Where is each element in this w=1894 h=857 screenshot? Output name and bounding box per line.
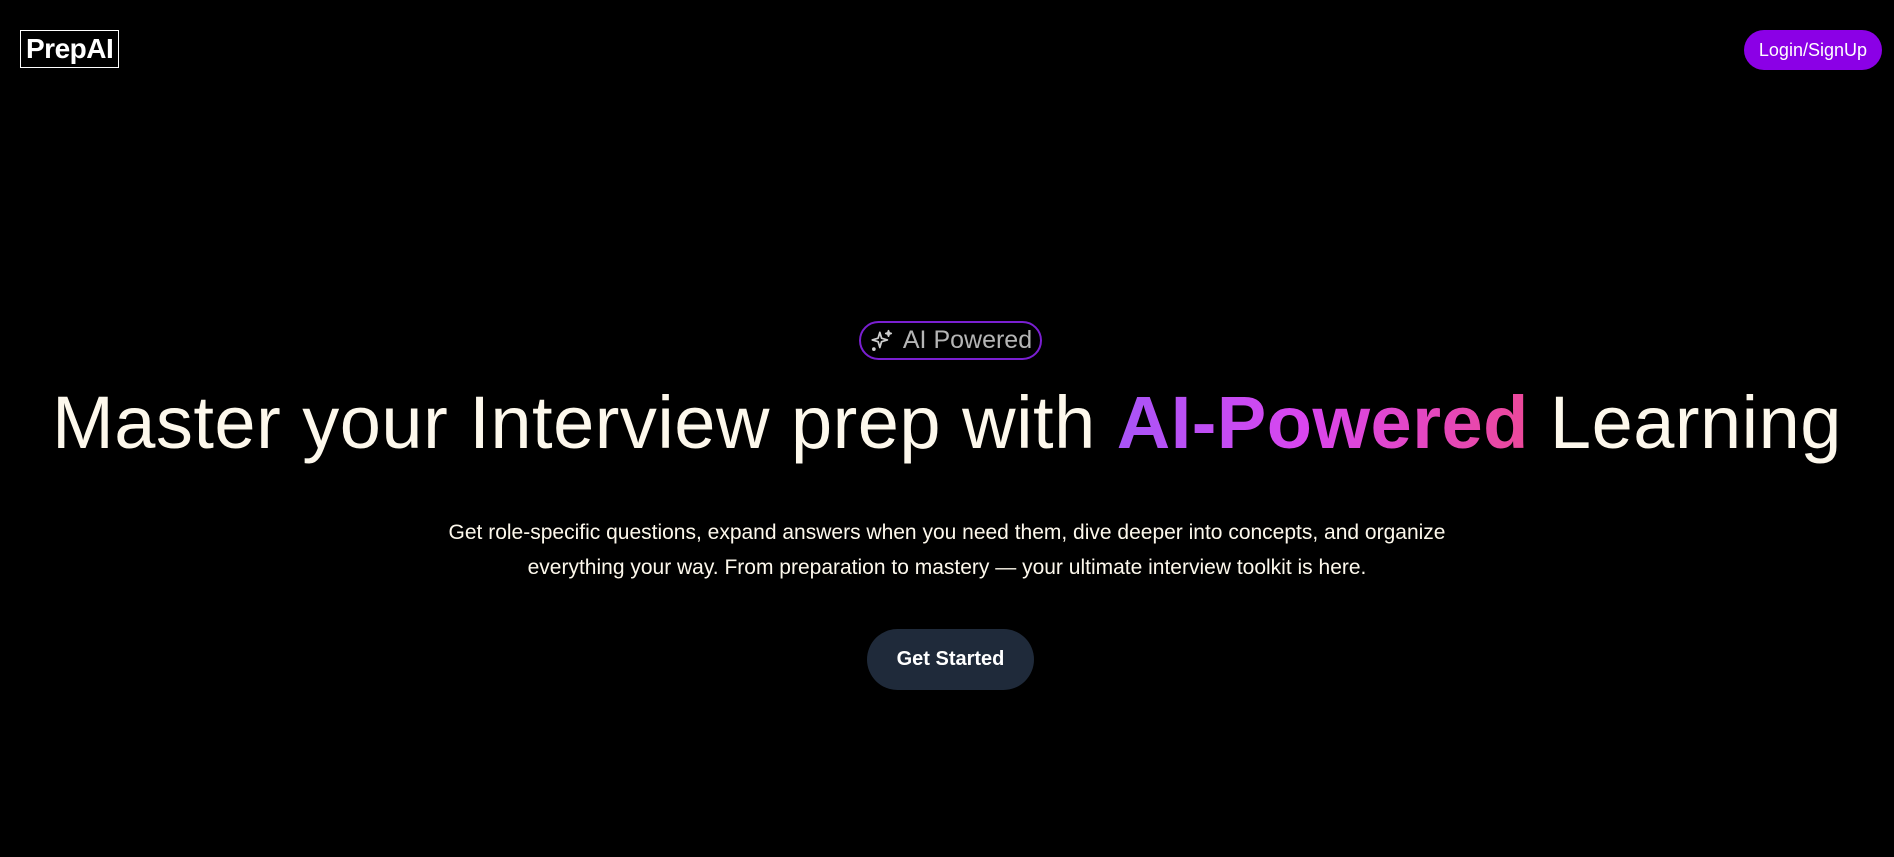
login-signup-label: Login/SignUp [1758,39,1867,60]
get-started-label: Get Started [896,648,1005,670]
logo-text: PrepAI [26,33,114,64]
sparkles-icon [869,328,895,354]
login-signup-button[interactable]: Login/SignUp [1743,30,1882,70]
get-started-button[interactable]: Get Started [867,629,1034,690]
ai-powered-badge: AI Powered [859,321,1042,360]
landing-page: PrepAI Login/SignUp AI Powered Master yo… [0,0,1894,857]
badge-label: AI Powered [902,326,1033,354]
logo[interactable]: PrepAI [20,30,120,68]
headline-text-after: Learning [1528,381,1842,464]
hero-description-line-1: Get role-specific questions, expand answ… [448,521,1446,544]
hero-description-line-2: everything your way. From preparation to… [527,556,1367,579]
hero-description: Get role-specific questions, expand answ… [397,515,1497,585]
headline-text-before: Master your Interview prep with [52,381,1117,464]
hero-headline: Master your Interview prep with AI-Power… [0,378,1894,468]
headline-highlight: AI-Powered [1116,381,1529,464]
